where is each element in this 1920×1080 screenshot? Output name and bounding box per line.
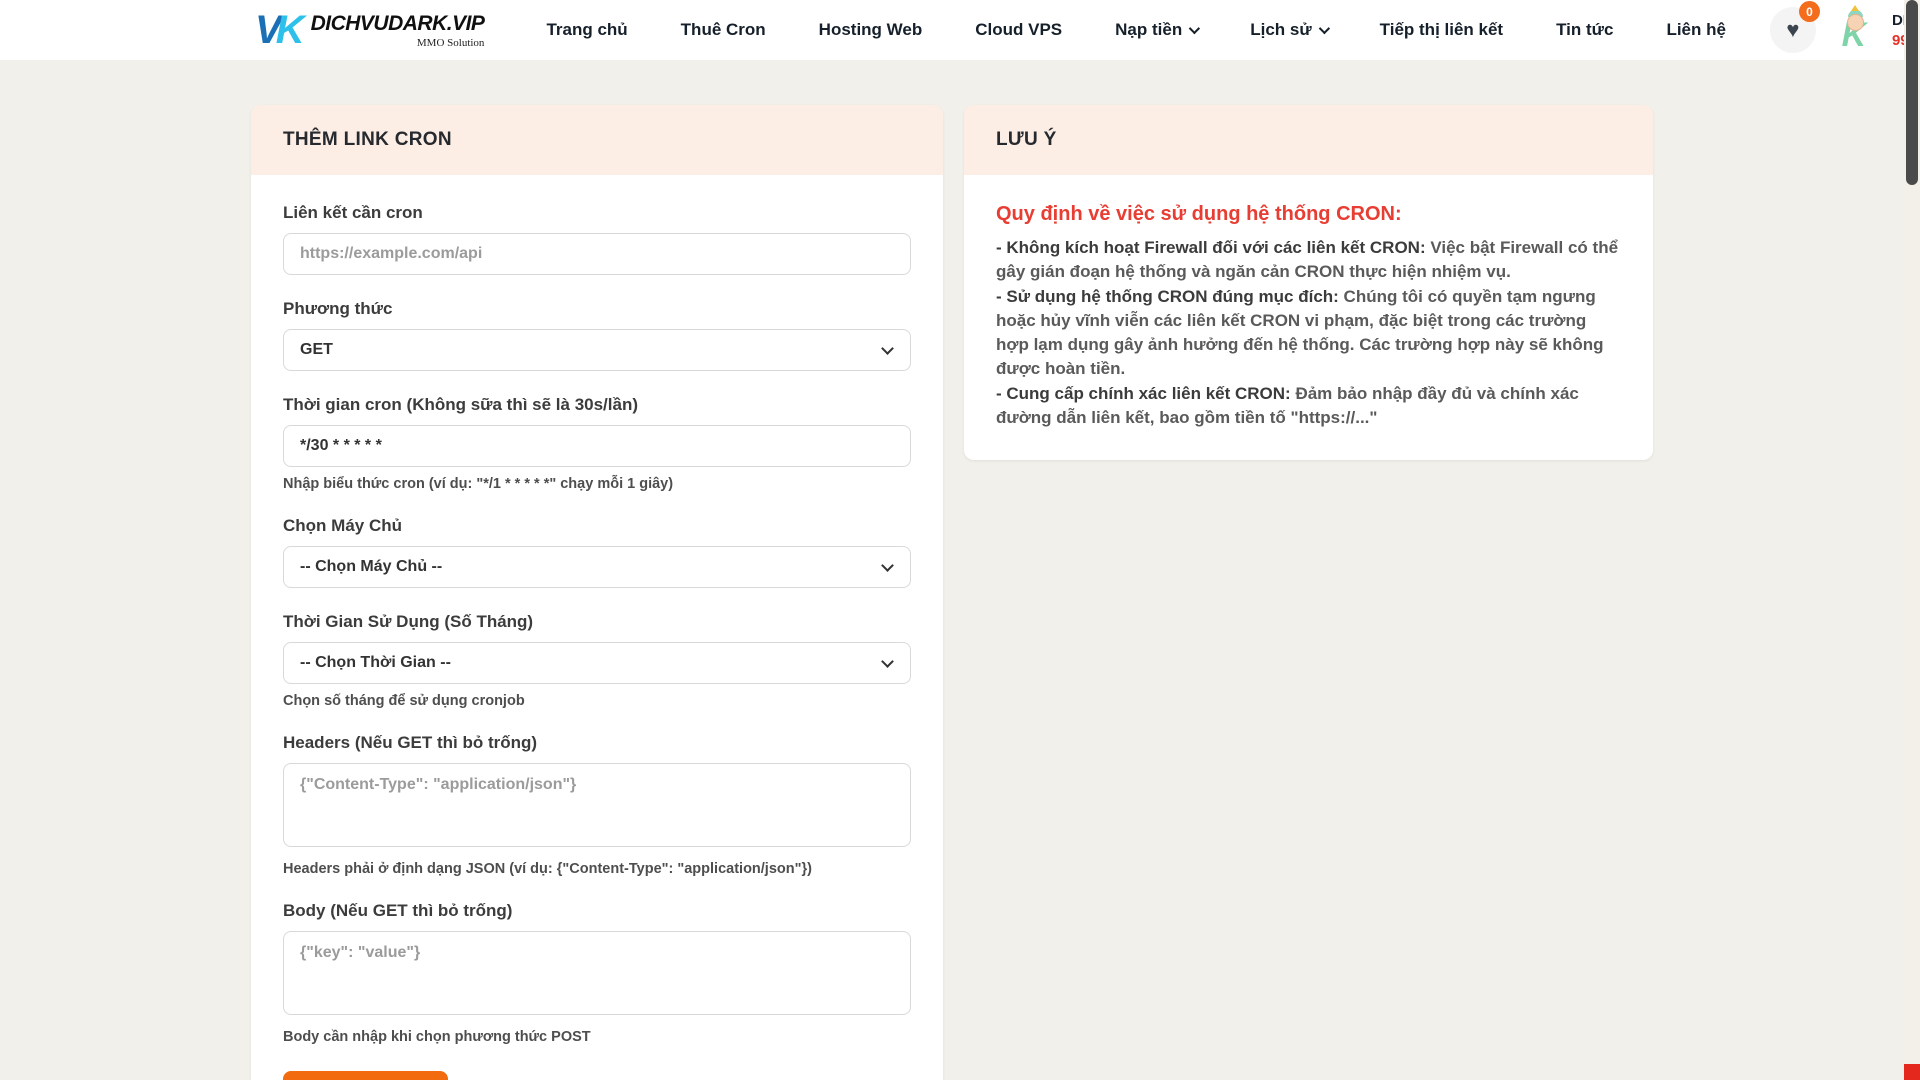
body-help: Body cần nhập khi chọn phương thức POST <box>283 1029 911 1045</box>
chevron-down-icon <box>1318 23 1329 34</box>
nav-item-contact[interactable]: Liên hệ <box>1666 20 1726 40</box>
notes-title: LƯU Ý <box>996 129 1057 151</box>
nav-item-rent-cron[interactable]: Thuê Cron <box>681 20 766 40</box>
url-label: Liên kết cần cron <box>283 203 911 223</box>
add-cron-panel: THÊM LINK CRON Liên kết cần cron Phương … <box>251 105 943 1080</box>
avatar[interactable]: K <box>1832 8 1876 52</box>
notes-panel-header: LƯU Ý <box>964 105 1653 175</box>
page-content: THÊM LINK CRON Liên kết cần cron Phương … <box>0 60 1920 1080</box>
duration-label: Thời Gian Sử Dụng (Số Tháng) <box>283 612 911 632</box>
logo-subtitle: MMO Solution <box>417 37 485 49</box>
method-label: Phương thức <box>283 299 911 319</box>
body-textarea[interactable] <box>283 931 911 1015</box>
rule-item: - Không kích hoạt Firewall đối với các l… <box>996 236 1621 285</box>
cron-expression-input[interactable] <box>283 425 911 467</box>
nav-item-home[interactable]: Trang chủ <box>546 20 627 40</box>
main-menu: Trang chủ Thuê Cron Hosting Web Cloud VP… <box>546 20 1726 40</box>
cron-rules-heading: Quy định về việc sử dụng hệ thống CRON: <box>996 203 1621 226</box>
logo-vk-icon: VK <box>255 10 307 50</box>
corner-widget[interactable] <box>1904 1064 1920 1080</box>
nav-item-deposit[interactable]: Nạp tiền <box>1115 20 1197 40</box>
favorites-button[interactable]: ♥ 0 <box>1770 7 1816 53</box>
chevron-down-icon <box>881 342 894 355</box>
headers-label: Headers (Nếu GET thì bỏ trống) <box>283 733 911 753</box>
duration-help: Chọn số tháng để sử dụng cronjob <box>283 693 911 709</box>
body-label: Body (Nếu GET thì bỏ trống) <box>283 901 911 921</box>
notes-panel: LƯU Ý Quy định về việc sử dụng hệ thống … <box>964 105 1653 460</box>
heart-icon: ♥ <box>1786 19 1799 41</box>
nav-item-hosting[interactable]: Hosting Web <box>819 20 923 40</box>
server-select[interactable]: -- Chọn Máy Chủ -- <box>283 546 911 588</box>
page-scrollbar[interactable] <box>1904 0 1920 1080</box>
cron-url-input[interactable] <box>283 233 911 275</box>
logo[interactable]: VK DICHVUDARK.VIP MMO Solution <box>255 10 484 50</box>
nav-item-history[interactable]: Lịch sử <box>1250 20 1326 40</box>
chevron-down-icon <box>881 559 894 572</box>
scrollbar-thumb[interactable] <box>1906 0 1918 185</box>
cron-time-label: Thời gian cron (Không sữa thì sẽ là 30s/… <box>283 395 911 415</box>
add-cronjob-button[interactable]: Thêm Cronjob <box>283 1071 448 1080</box>
panel-title: THÊM LINK CRON <box>283 129 452 151</box>
cron-expression-help: Nhập biểu thức cron (ví dụ: "*/1 * * * *… <box>283 476 911 492</box>
server-label: Chọn Máy Chủ <box>283 516 911 536</box>
logo-title: DICHVUDARK.VIP <box>311 12 485 36</box>
headers-help: Headers phải ở định dạng JSON (ví dụ: {"… <box>283 861 911 877</box>
add-cron-panel-header: THÊM LINK CRON <box>251 105 943 175</box>
cron-rules-text: - Không kích hoạt Firewall đối với các l… <box>996 236 1621 430</box>
crown-icon <box>1851 5 1859 11</box>
chevron-down-icon <box>881 655 894 668</box>
top-nav: VK DICHVUDARK.VIP MMO Solution Trang chủ… <box>0 0 1920 60</box>
nav-item-cloud-vps[interactable]: Cloud VPS <box>975 20 1062 40</box>
duration-select[interactable]: -- Chọn Thời Gian -- <box>283 642 911 684</box>
chevron-down-icon <box>1189 23 1200 34</box>
rule-item: - Sử dụng hệ thống CRON đúng mục đích: C… <box>996 285 1621 382</box>
nav-item-news[interactable]: Tin tức <box>1556 20 1613 40</box>
nav-item-affiliate[interactable]: Tiếp thị liên kết <box>1380 20 1503 40</box>
rule-item: - Cung cấp chính xác liên kết CRON: Đảm … <box>996 382 1621 431</box>
method-select[interactable]: GET <box>283 329 911 371</box>
headers-textarea[interactable] <box>283 763 911 847</box>
favorites-count-badge: 0 <box>1799 1 1820 22</box>
